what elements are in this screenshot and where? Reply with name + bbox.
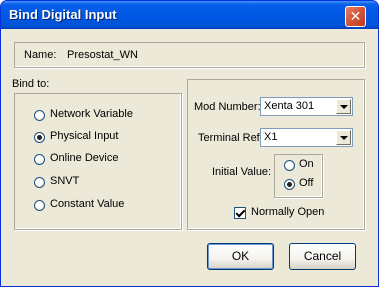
title-bar[interactable]: Bind Digital Input ✕	[1, 1, 378, 29]
radio-online-device-label[interactable]: Online Device	[50, 152, 118, 164]
radio-network-variable[interactable]	[34, 110, 45, 121]
radio-physical-input[interactable]	[34, 132, 45, 143]
ok-button[interactable]: OK	[207, 243, 274, 270]
bind-to-label: Bind to:	[12, 78, 50, 90]
close-icon: ✕	[349, 8, 362, 24]
radio-snvt[interactable]	[34, 177, 45, 188]
mod-number-label: Mod Number:	[194, 101, 261, 113]
radio-constant-value[interactable]	[34, 200, 45, 211]
terminal-ref-value: X1	[264, 131, 278, 143]
normally-open-checkbox[interactable]	[234, 207, 246, 219]
bind-digital-input-dialog: Bind Digital Input ✕ Name: Presostat_WN …	[0, 0, 379, 287]
name-label: Name:	[24, 49, 57, 61]
mod-number-select[interactable]: Xenta 301	[260, 97, 353, 116]
name-value: Presostat_WN	[67, 49, 138, 61]
radio-network-variable-label[interactable]: Network Variable	[50, 108, 133, 120]
initial-value-on-label[interactable]: On	[299, 158, 314, 170]
radio-snvt-label[interactable]: SNVT	[50, 175, 79, 187]
radio-constant-value-label[interactable]: Constant Value	[50, 198, 124, 210]
window-title: Bind Digital Input	[9, 7, 117, 22]
normally-open-label[interactable]: Normally Open	[251, 206, 324, 218]
terminal-ref-select[interactable]: X1	[260, 128, 353, 147]
initial-value-off-label[interactable]: Off	[299, 177, 313, 189]
close-button[interactable]: ✕	[345, 6, 366, 27]
terminal-ref-label: Terminal Ref:	[198, 132, 263, 144]
cancel-button[interactable]: Cancel	[289, 243, 356, 270]
initial-value-on-radio[interactable]	[284, 160, 295, 171]
mod-number-dropdown-button[interactable]	[336, 99, 351, 114]
radio-physical-input-label[interactable]: Physical Input	[50, 130, 118, 142]
mod-number-value: Xenta 301	[264, 100, 315, 112]
radio-online-device[interactable]	[34, 154, 45, 165]
terminal-ref-dropdown-button[interactable]	[336, 130, 351, 145]
initial-value-label: Initial Value:	[212, 166, 272, 178]
initial-value-off-radio[interactable]	[284, 179, 295, 190]
